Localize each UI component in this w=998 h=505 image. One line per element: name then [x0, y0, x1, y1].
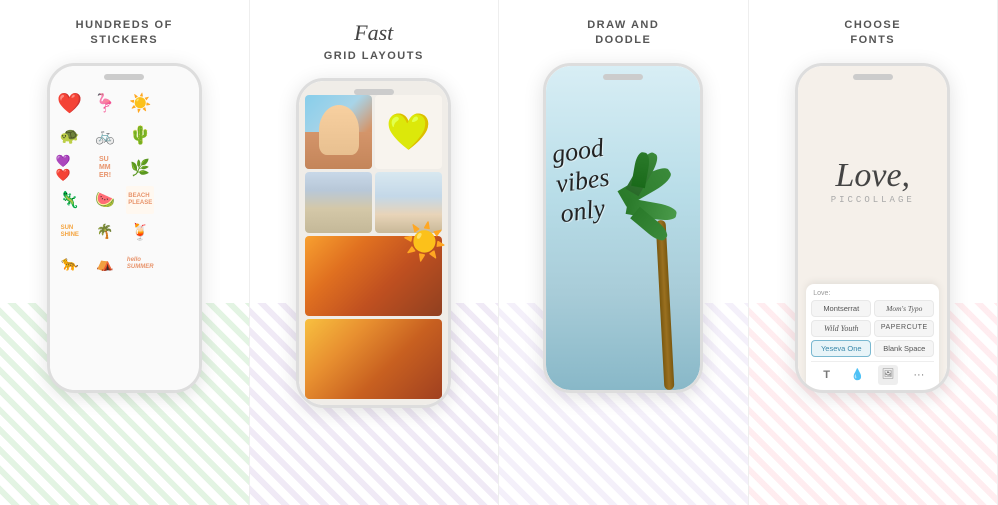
sticker-leopard: 🐆: [56, 250, 84, 278]
sticker-sun-text: SUNSHINE: [56, 218, 84, 246]
phone-screen-1: ❤️ 🦩 ☀️ 🐢 🚲 🌵 💜❤️ SUMMER! 🌿 🦎 🍉 BEACHPLE…: [50, 66, 199, 390]
doodle-panel: DRAW AND DOODLE goodvibesonly: [499, 0, 749, 505]
phone-pill-4: [853, 74, 893, 80]
sticker-hearts: 💜❤️: [56, 154, 84, 182]
sticker-heart: ❤️: [56, 90, 84, 118]
panel-4-title: CHOOSE FONTS: [844, 18, 901, 49]
font-brand-text: PICCOLLAGE: [831, 195, 915, 205]
sticker-empty1: [162, 90, 190, 118]
phone-mockup-3: goodvibesonly: [543, 63, 703, 393]
font-label: Love:: [811, 290, 934, 297]
sticker-lizard: 🦎: [56, 186, 84, 214]
phone-mockup-1: ❤️ 🦩 ☀️ 🐢 🚲 🌵 💜❤️ SUMMER! 🌿 🦎 🍉 BEACHPLE…: [47, 63, 202, 393]
sticker-empty5: [162, 218, 190, 246]
fonts-panel: CHOOSE FONTS Love, PICCOLLAGE Love: Mont…: [749, 0, 998, 505]
panel-2-title: Fast GRID LAYOUTS: [324, 18, 424, 64]
phone-mockup-4: Love, PICCOLLAGE Love: Montserrat Mom's …: [795, 63, 950, 393]
font-love-text: Love,: [835, 159, 910, 193]
font-option-wild-youth[interactable]: Wild Youth: [811, 320, 871, 337]
font-tools-row: T 💧 🖼 ···: [811, 361, 934, 385]
panel-1-title: HUNDREDS OF STICKERS: [76, 18, 173, 49]
sticker-palm: 🌴: [91, 218, 119, 246]
stickers-panel: HUNDREDS OF STICKERS ❤️ 🦩 ☀️ 🐢 🚲 🌵 💜❤️ S…: [0, 0, 250, 505]
font-preview-area: Love, PICCOLLAGE: [806, 80, 939, 284]
sticker-hello-summer: helloSUMMER: [126, 250, 154, 278]
font-tool-image[interactable]: 🖼: [878, 365, 898, 385]
font-picker-panel: Love: Montserrat Mom's Typo Wild Youth P…: [806, 284, 939, 390]
phone-pill-2: [354, 89, 394, 95]
sticker-empty6: [162, 250, 190, 278]
sticker-bike: 🚲: [91, 122, 119, 150]
sticker-turtle: 🐢: [56, 122, 84, 150]
grid-panel: Fast GRID LAYOUTS 💛: [250, 0, 500, 505]
font-grid: Montserrat Mom's Typo Wild Youth PAPERCU…: [811, 300, 934, 357]
sticker-summer-text: SUMMER!: [91, 154, 119, 182]
sticker-cocktail: 🍹: [126, 218, 154, 246]
grid-photo-gold-heart: 💛: [375, 95, 442, 169]
sticker-cactus: 🌵: [126, 122, 154, 150]
sticker-empty3: [162, 154, 190, 182]
phone-pill-3: [603, 74, 643, 80]
font-tool-text[interactable]: T: [817, 365, 837, 385]
phone-screen-2: 💛 ☀️: [299, 81, 448, 405]
sun-sticker: ☀️: [402, 221, 447, 263]
phone-screen-3: goodvibesonly: [546, 66, 700, 390]
sticker-empty4: [162, 186, 190, 214]
doodle-text-good: goodvibesonly: [550, 133, 615, 229]
panel-3-title: DRAW AND DOODLE: [587, 18, 659, 49]
sticker-flamingo: 🦩: [91, 90, 119, 118]
sticker-sun: ☀️: [126, 90, 154, 118]
grid-photo-pier: [305, 172, 372, 233]
sticker-empty2: [162, 122, 190, 150]
font-option-papercute[interactable]: PAPERCUTE: [874, 320, 934, 337]
font-option-montserrat[interactable]: Montserrat: [811, 300, 871, 317]
sticker-tent: ⛺: [91, 250, 119, 278]
palm-tree: [605, 170, 695, 390]
grid-photo-girls: [305, 95, 372, 169]
font-option-moms-typo[interactable]: Mom's Typo: [874, 300, 934, 317]
font-tool-color[interactable]: 💧: [847, 365, 867, 385]
phone-pill-1: [104, 74, 144, 80]
sticker-beach-text: BEACHPLEASE: [126, 186, 154, 214]
sticker-leaf: 🌿: [126, 154, 154, 182]
phone-mockup-2: 💛 ☀️: [296, 78, 451, 408]
font-tool-more[interactable]: ···: [909, 365, 929, 385]
phone-screen-4: Love, PICCOLLAGE Love: Montserrat Mom's …: [798, 66, 947, 390]
sticker-watermelon: 🍉: [91, 186, 119, 214]
grid-photo-festival: [305, 319, 442, 399]
font-option-blank-space[interactable]: Blank Space: [874, 340, 934, 357]
font-option-yeseva[interactable]: Yeseva One: [811, 340, 871, 357]
